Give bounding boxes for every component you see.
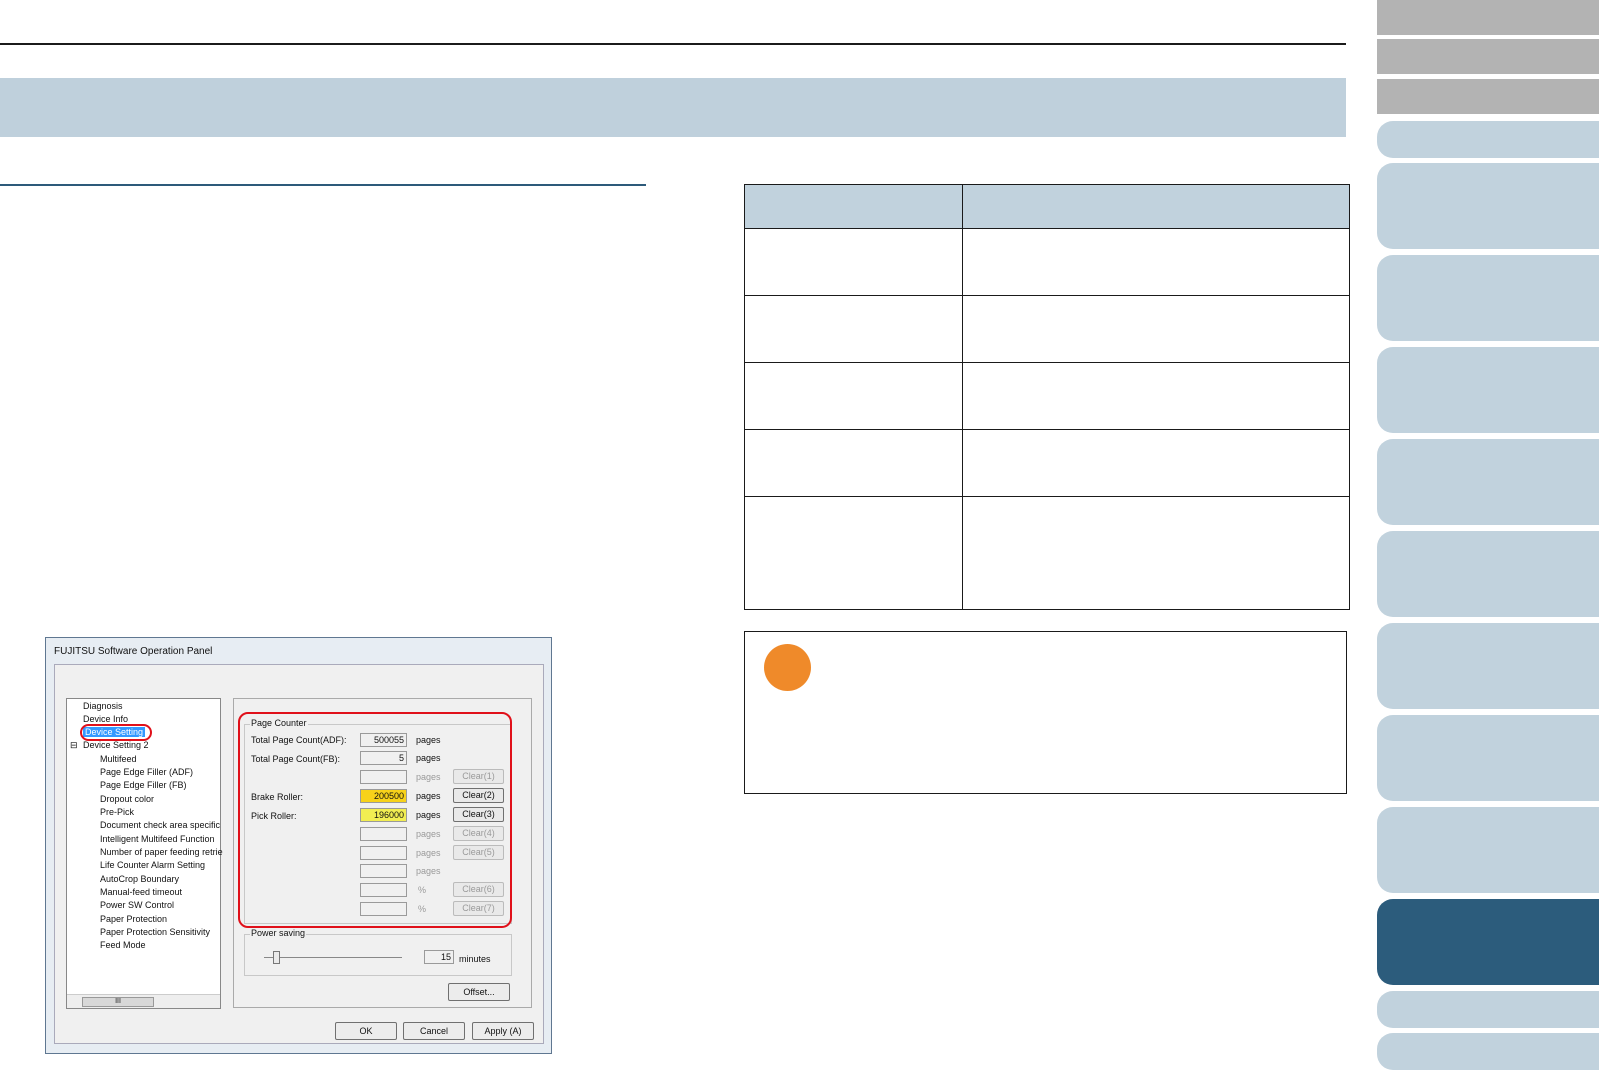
table-header-row [744,184,1350,229]
table-cell [962,295,1350,363]
table-cell [962,362,1350,430]
table-cell [962,496,1350,610]
settings-tree[interactable]: Diagnosis Device Info Device Setting ⊟ D… [66,698,223,1009]
tree-item[interactable]: Power SW Control [100,900,174,910]
tree-expander-icon[interactable]: ⊟ [70,740,78,751]
tree-item-device-setting-2[interactable]: Device Setting 2 [83,740,149,750]
table-header-cell [962,184,1350,229]
tree-item[interactable]: Paper Protection Sensitivity [100,927,210,937]
table-row [744,228,1350,296]
nav-tab-chapter-4[interactable] [1377,439,1599,525]
nav-tab-index[interactable] [1377,79,1599,114]
table-cell [744,228,963,296]
nav-tab-top[interactable] [1377,0,1599,35]
tree-item[interactable]: Intelligent Multifeed Function [100,834,215,844]
tree-item[interactable]: Feed Mode [100,940,146,950]
table-cell [744,429,963,497]
apply-button[interactable]: Apply (A) [472,1022,534,1040]
nav-tab-chapter-3[interactable] [1377,347,1599,433]
nav-tab-chapter-2[interactable] [1377,255,1599,341]
tree-item[interactable]: Document check area specific [100,820,220,830]
cancel-button[interactable]: Cancel [403,1022,465,1040]
ok-button[interactable]: OK [335,1022,397,1040]
nav-tab-chapter-9-active[interactable] [1377,899,1599,985]
nav-tab-chapter-6[interactable] [1377,623,1599,709]
offset-button[interactable]: Offset... [448,983,510,1001]
tree-item-device-info[interactable]: Device Info [83,714,128,724]
operation-panel-dialog: FUJITSU Software Operation Panel Diagnos… [45,637,552,1054]
highlight-device-setting [80,724,152,741]
nav-tab-contents[interactable] [1377,39,1599,74]
attention-box [744,631,1347,794]
power-saving-slider-track[interactable] [264,957,402,958]
scroll-thumb[interactable]: III [82,997,154,1007]
header-rule [0,43,1346,45]
tree-item[interactable]: Number of paper feeding retrie [100,847,223,857]
nav-tab-chapter-7[interactable] [1377,715,1599,801]
tree-horizontal-scrollbar[interactable]: III [67,994,220,1008]
tree-item[interactable]: Pre-Pick [100,807,134,817]
tree-item[interactable]: Manual-feed timeout [100,887,182,897]
power-saving-minutes-field[interactable]: 15 [424,950,454,964]
table-cell [962,429,1350,497]
nav-tab-chapter-8[interactable] [1377,807,1599,893]
table-header-cell [744,184,963,229]
table-row [744,429,1350,497]
highlight-page-counter [238,712,512,928]
power-saving-label: Power saving [250,928,307,938]
table-cell [744,362,963,430]
tree-item[interactable]: Paper Protection [100,914,167,924]
table-row [744,295,1350,363]
table-cell [744,496,963,610]
dialog-title: FUJITSU Software Operation Panel [54,646,213,657]
table-cell [962,228,1350,296]
settings-table [744,184,1350,610]
tree-item[interactable]: Page Edge Filler (ADF) [100,767,193,777]
nav-tab-introduction[interactable] [1377,121,1599,158]
tree-item[interactable]: AutoCrop Boundary [100,874,179,884]
attention-icon [764,644,811,691]
power-saving-slider-thumb[interactable] [273,951,280,964]
section-rule [0,184,646,186]
nav-tab-appendix[interactable] [1377,991,1599,1028]
nav-tab-glossary[interactable] [1377,1033,1599,1070]
table-cell [744,295,963,363]
tree-item[interactable]: Dropout color [100,794,154,804]
nav-tab-chapter-5[interactable] [1377,531,1599,617]
table-row [744,496,1350,610]
nav-tab-chapter-1[interactable] [1377,163,1599,249]
tree-item[interactable]: Multifeed [100,754,137,764]
tree-item-diagnosis[interactable]: Diagnosis [83,701,123,711]
minutes-unit: minutes [459,954,491,964]
tree-item[interactable]: Page Edge Filler (FB) [100,780,187,790]
chapter-banner [0,78,1346,137]
table-row [744,362,1350,430]
tree-item[interactable]: Life Counter Alarm Setting [100,860,205,870]
